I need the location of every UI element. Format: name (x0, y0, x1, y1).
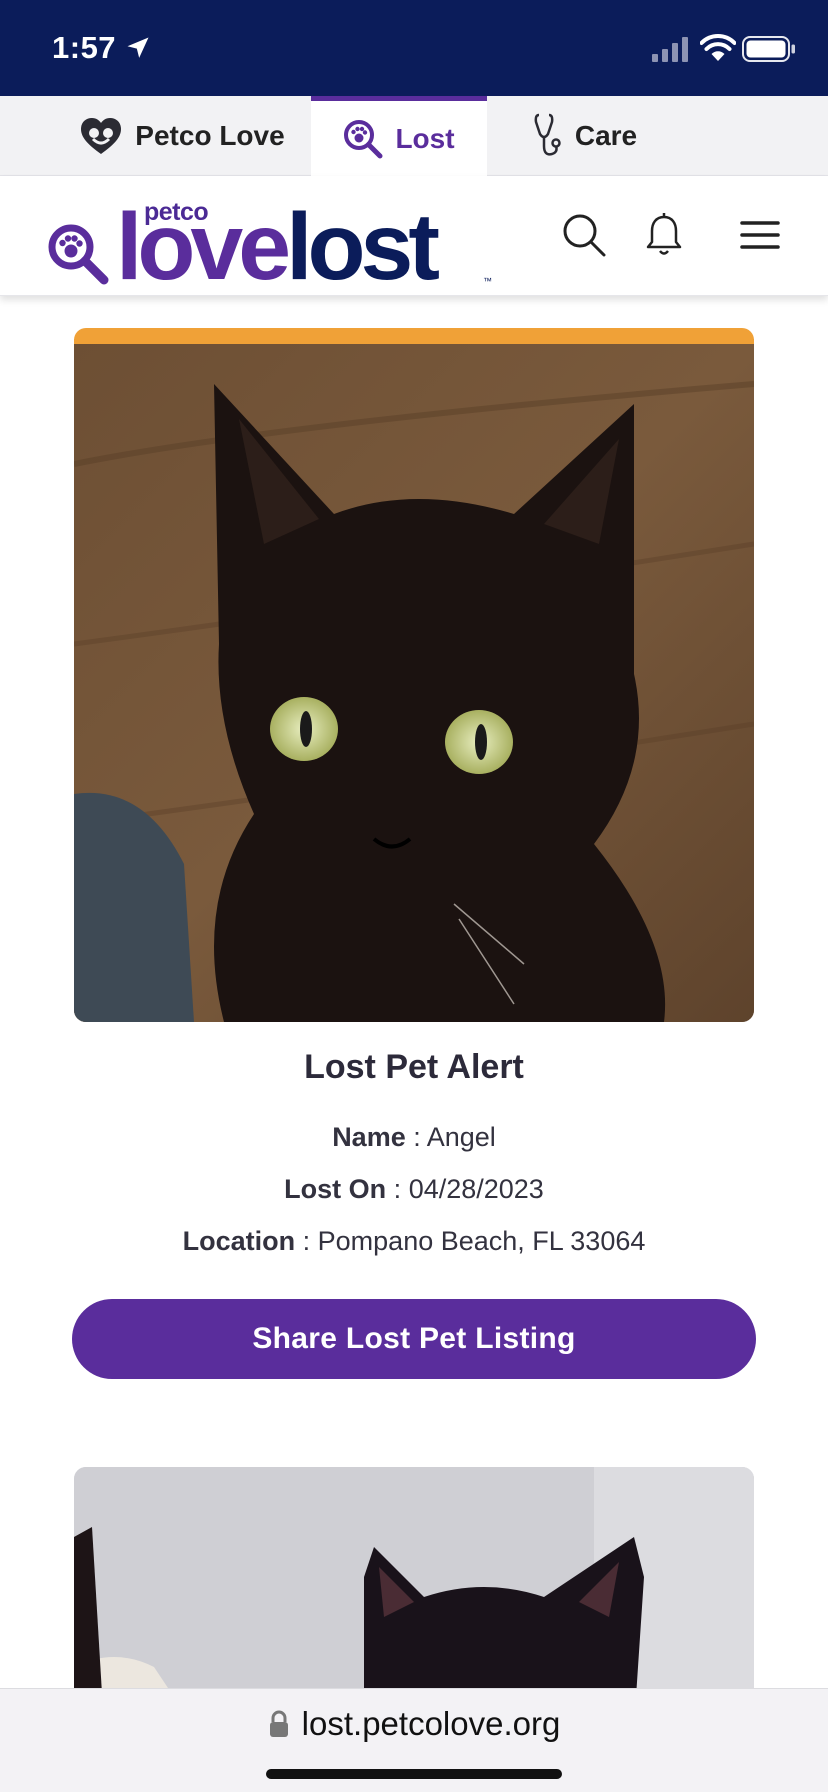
battery-icon (742, 36, 795, 62)
tab-label: Petco Love (135, 120, 285, 151)
location-value: Pompano Beach, FL 33064 (317, 1226, 646, 1256)
logo-wordmark: lovelost (116, 200, 440, 295)
pet-name-label: Name (332, 1122, 406, 1152)
logo-love-text: love (116, 194, 291, 300)
tab-petco-love[interactable]: Petco Love (72, 96, 292, 176)
share-listing-button[interactable]: Share Lost Pet Listing (72, 1299, 756, 1379)
wifi-icon (700, 34, 736, 61)
listing-title: Lost Pet Alert (304, 1048, 524, 1086)
lost-on-label: Lost On (284, 1174, 387, 1204)
pet-name-value: Angel (426, 1122, 496, 1152)
site-header: petco lovelost ™ (0, 176, 828, 296)
bell-icon[interactable] (640, 211, 688, 259)
paw-search-icon (344, 119, 383, 158)
pet-name-row: Name : Angel (332, 1122, 496, 1152)
url-text: lost.petcolove.org (301, 1705, 561, 1742)
location-label: Location (182, 1226, 296, 1256)
status-time: 1:57 (52, 30, 117, 65)
tab-care[interactable]: Care (520, 96, 650, 176)
paw-magnifier-logo-icon (48, 224, 109, 285)
browser-url-bar[interactable]: lost.petcolove.org (0, 1688, 828, 1792)
url-display[interactable]: lost.petcolove.org (0, 1705, 828, 1743)
search-icon[interactable] (560, 211, 608, 259)
logo-trademark: ™ (483, 276, 492, 286)
tab-label: Lost (395, 122, 455, 154)
screen: 1:57 Petco Love Lost Care petco lovelost… (0, 0, 828, 1792)
logo-lost-text: lost (286, 194, 440, 300)
lost-on-row: Lost On : 04/28/2023 (284, 1174, 544, 1204)
status-bar: 1:57 (0, 0, 828, 96)
brand-tabs: Petco Love Lost Care (0, 96, 828, 176)
location-row: Location : Pompano Beach, FL 33064 (182, 1226, 646, 1256)
menu-icon[interactable] (736, 211, 784, 259)
pet-photo-black-cat (74, 344, 754, 1022)
location-arrow-icon (127, 37, 149, 58)
lock-icon (269, 1710, 288, 1737)
heart-pets-icon (81, 118, 122, 154)
cellular-signal-icon (652, 37, 688, 62)
lost-on-value: 04/28/2023 (408, 1174, 544, 1204)
home-indicator[interactable] (266, 1769, 562, 1779)
stethoscope-icon (534, 113, 561, 156)
pet-photo-card[interactable] (74, 328, 754, 1022)
tab-label: Care (574, 120, 638, 151)
tab-lost[interactable]: Lost (311, 96, 487, 176)
